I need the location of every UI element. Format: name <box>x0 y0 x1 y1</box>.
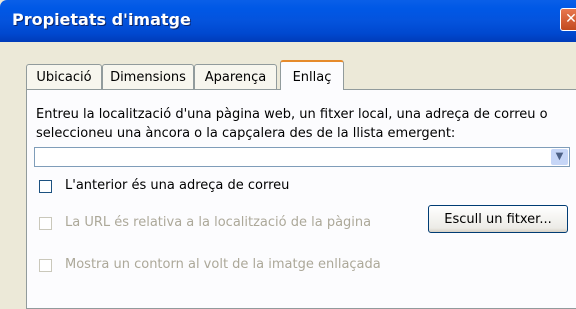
email-checkbox-label: L'anterior és una adreça de correu <box>65 178 290 193</box>
relative-url-checkbox <box>39 217 52 230</box>
tab-enllac[interactable]: Enllaç <box>280 60 344 90</box>
window-title: Propietats d'imatge <box>12 10 191 29</box>
relative-url-checkbox-label: La URL és relativa a la localització de … <box>65 215 372 230</box>
tab-ubicacio[interactable]: Ubicació <box>26 64 102 89</box>
link-instructions: Entreu la localització d'una pàgina web,… <box>36 107 548 141</box>
tab-label: Aparença <box>204 70 267 85</box>
choose-file-button[interactable]: Escull un fitxer... <box>428 205 568 233</box>
tab-label: Ubicació <box>36 70 92 85</box>
email-checkbox[interactable] <box>39 180 52 193</box>
close-icon: ✕ <box>565 11 576 27</box>
tab-label: Enllaç <box>292 70 332 85</box>
border-checkbox <box>39 259 52 272</box>
tab-label: Dimensions <box>110 70 186 85</box>
border-checkbox-label: Mostra un contorn al volt de la imatge e… <box>65 257 381 272</box>
close-button[interactable]: ✕ <box>560 8 576 31</box>
url-combobox[interactable]: ▼ <box>34 147 570 167</box>
tab-aparenca[interactable]: Aparença <box>194 64 277 89</box>
chevron-down-icon[interactable]: ▼ <box>551 149 568 165</box>
tab-dimensions[interactable]: Dimensions <box>102 64 194 89</box>
title-bar[interactable]: Propietats d'imatge ✕ <box>0 0 576 42</box>
